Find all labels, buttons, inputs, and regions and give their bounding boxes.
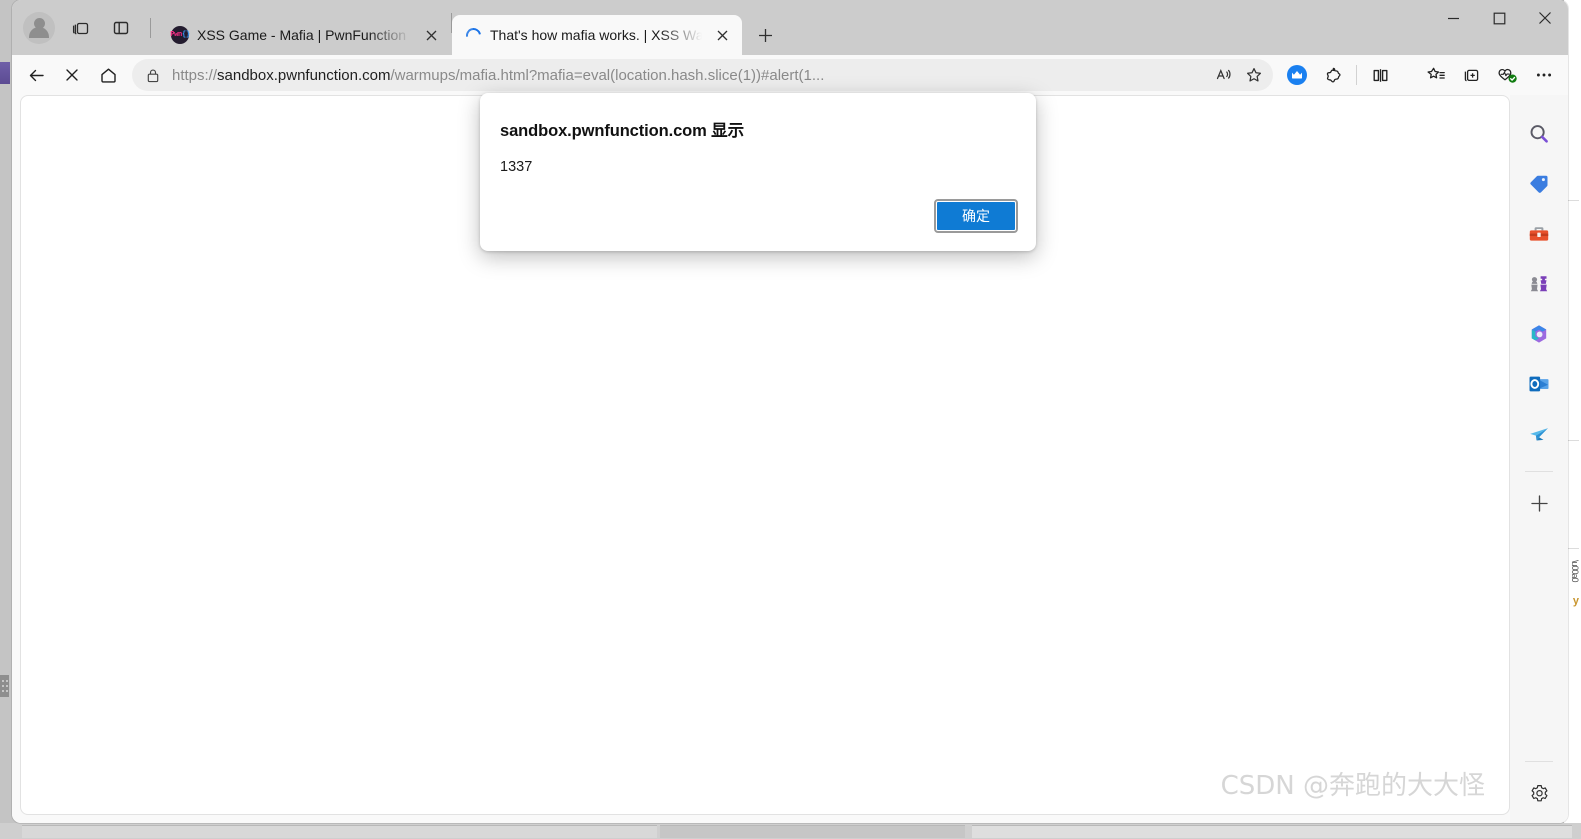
url-scheme: https:// — [172, 66, 218, 84]
favicon-text-a: Pwn — [170, 31, 182, 39]
tab-title: That's how mafia works. | XSS Wa — [490, 27, 702, 43]
dialog-actions: 确定 — [934, 199, 1018, 233]
url-text: https://sandbox.pwnfunction.com/warmups/… — [172, 67, 1209, 84]
lock-icon — [144, 66, 162, 84]
taskbar — [0, 823, 1581, 839]
close-icon[interactable] — [710, 23, 734, 47]
maximize-button[interactable] — [1476, 0, 1522, 36]
tab-title: XSS Game - Mafia | PwnFunction — [197, 27, 407, 43]
browser-window: Pwn{} XSS Game - Mafia | PwnFunction Tha… — [12, 0, 1568, 823]
read-aloud-icon[interactable] — [1209, 61, 1239, 89]
vertical-tabs-icon[interactable] — [102, 9, 140, 47]
browser-essentials-icon[interactable] — [1490, 59, 1526, 91]
search-icon[interactable] — [1519, 114, 1559, 154]
toolbox-icon[interactable] — [1519, 214, 1559, 254]
url-host: sandbox.pwnfunction.com — [217, 66, 391, 84]
favorite-star-icon[interactable] — [1239, 61, 1269, 89]
games-icon[interactable] — [1519, 264, 1559, 304]
close-icon[interactable] — [419, 23, 443, 47]
address-bar[interactable]: https://sandbox.pwnfunction.com/warmups/… — [132, 59, 1273, 91]
toolbar-divider — [1356, 65, 1357, 85]
add-sidebar-app-button[interactable] — [1519, 483, 1559, 523]
favorites-icon[interactable] — [1418, 59, 1454, 91]
taskbar-segment — [972, 825, 1572, 838]
tab-mafia-works[interactable]: That's how mafia works. | XSS Wa — [452, 15, 742, 55]
csdn-watermark: CSDN @奔跑的大大怪 — [1220, 771, 1485, 801]
split-screen-icon[interactable] — [1362, 59, 1398, 91]
sidebar-divider-bottom — [1525, 761, 1553, 762]
gear-icon[interactable] — [1519, 773, 1559, 813]
paper-plane-icon[interactable] — [1519, 414, 1559, 454]
taskbar-segment — [660, 825, 965, 838]
extension-crown-icon[interactable] — [1279, 59, 1315, 91]
tab-strip: Pwn{} XSS Game - Mafia | PwnFunction Tha… — [12, 0, 1568, 55]
loading-spinner-icon — [462, 24, 484, 46]
copilot-icon[interactable] — [1519, 314, 1559, 354]
background-window-glyph: y — [1572, 595, 1579, 607]
window-controls — [1430, 0, 1568, 55]
settings-and-more-icon[interactable] — [1526, 59, 1562, 91]
dialog-title: sandbox.pwnfunction.com 显示 — [500, 122, 744, 140]
outlook-icon[interactable] — [1519, 364, 1559, 404]
new-tab-button[interactable] — [748, 18, 782, 52]
shopping-tag-icon[interactable] — [1519, 164, 1559, 204]
dialog-message: 1337 — [500, 159, 533, 175]
tabs-container: Pwn{} XSS Game - Mafia | PwnFunction Tha… — [159, 0, 782, 55]
window-drag-grip[interactable] — [0, 675, 9, 697]
stop-loading-icon[interactable] — [54, 59, 90, 91]
tabstrip-divider — [150, 17, 151, 38]
browser-toolbar: https://sandbox.pwnfunction.com/warmups/… — [12, 55, 1568, 95]
taskbar-segment — [22, 825, 657, 838]
workspaces-icon[interactable] — [62, 9, 100, 47]
collections-icon[interactable] — [1454, 59, 1490, 91]
extensions-puzzle-icon[interactable] — [1315, 59, 1351, 91]
home-icon[interactable] — [90, 59, 126, 91]
profile-avatar[interactable] — [22, 9, 60, 47]
javascript-alert-dialog: sandbox.pwnfunction.com 显示 1337 确定 — [480, 93, 1036, 251]
background-window-purple — [0, 62, 10, 84]
favicon-text-b: {} — [181, 31, 190, 39]
sidebar-divider — [1525, 471, 1553, 472]
minimize-button[interactable] — [1430, 0, 1476, 36]
url-path: /warmups/mafia.html?mafia=eval(location.… — [390, 66, 825, 84]
edge-sidebar — [1510, 95, 1568, 823]
back-icon[interactable] — [18, 59, 54, 91]
dialog-ok-button[interactable]: 确定 — [934, 199, 1018, 233]
tab-xss-game-mafia[interactable]: Pwn{} XSS Game - Mafia | PwnFunction — [159, 15, 451, 55]
close-button[interactable] — [1522, 0, 1568, 36]
pwnfunction-favicon: Pwn{} — [170, 26, 190, 44]
